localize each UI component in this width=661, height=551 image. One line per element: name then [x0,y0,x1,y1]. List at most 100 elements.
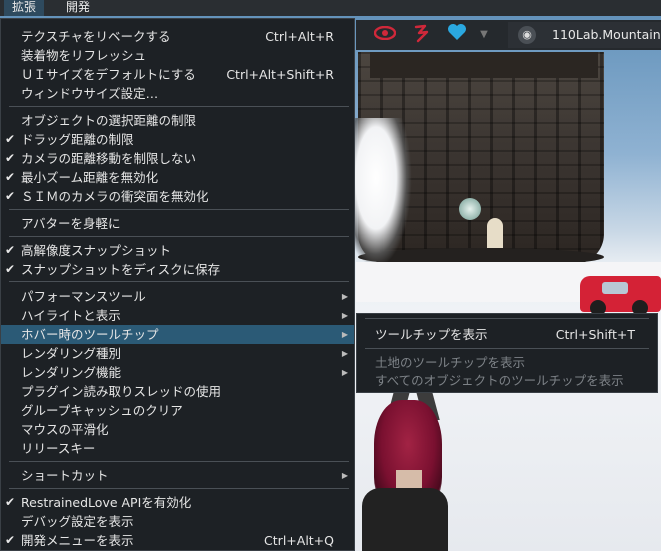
menu-item-label: 高解像度スナップショット [21,243,172,258]
avatar-body [362,488,448,551]
menu-item[interactable]: レンダリング種別 ▶ [1,344,354,363]
menu-item-label: 最小ズーム距離を無効化 [21,170,159,185]
check-icon: ✔ [5,132,16,146]
orb-object [459,198,481,220]
menu-item[interactable]: リリースキー [1,439,354,458]
check-icon: ✔ [5,533,16,547]
menu-item-label: プラグイン読み取りスレッドの使用 [21,384,222,399]
submenu-arrow-icon: ▶ [341,311,348,320]
globe-icon[interactable]: ◉ [518,26,536,44]
menu-item-shortcut: Ctrl+Alt+Shift+R [226,67,334,82]
menu-item[interactable]: ウィンドウサイズ設定… [1,84,354,103]
menu-item-label: アバターを身軽に [21,216,121,231]
menu-item-label: ＳＩＭのカメラの衝突面を無効化 [21,189,209,204]
menu-item-label: ハイライトと表示 [21,308,121,323]
submenu-arrow-icon: ▶ [341,368,348,377]
menubar-item-extensions[interactable]: 拡張 [4,0,45,16]
menu-separator [9,488,349,489]
gesture-icon[interactable] [410,23,434,47]
check-icon: ✔ [5,151,16,165]
menu-item-label: RestrainedLove APIを有効化 [21,495,192,510]
menu-separator [365,318,649,319]
menu-item[interactable]: マウスの平滑化 [1,420,354,439]
menu-item-label: デバッグ設定を表示 [21,514,134,529]
menubar: 拡張 開発 [0,0,661,16]
menu-separator [9,461,349,462]
menu-item-label: ホバー時のツールチップ [21,327,159,342]
menu-item-label: マウスの平滑化 [21,422,109,437]
menu-item-label: 装着物をリフレッシュ [21,48,147,63]
menu-item-label: カメラの距離移動を制限しない [21,151,197,166]
menu-item[interactable]: ✔ RestrainedLove APIを有効化 [1,493,354,512]
hover-tooltip-submenu: ツールチップを表示 Ctrl+Shift+T 土地のツールチップを表示すべてのオブジ… [356,313,658,393]
menu-item[interactable]: 装着物をリフレッシュ [1,46,354,65]
menubar-item-develop[interactable]: 開発 [58,0,98,16]
extensions-dropdown-menu: テクスチャをリベークする Ctrl+Alt+R 装着物をリフレッシュ ＵＩサイズをデフ… [0,18,355,551]
menu-item[interactable]: グループキャッシュのクリア [1,401,354,420]
submenu-item: すべてのオブジェクトのツールチップを表示 [357,372,657,390]
menu-item-label: レンダリング種別 [21,346,122,361]
menu-separator [9,209,349,210]
menu-item-label: ショートカット [21,468,109,483]
submenu-item-label: ツールチップを表示 [375,327,488,342]
menu-separator [365,348,649,349]
menu-item[interactable]: アバターを身軽に [1,214,354,233]
menu-separator [9,236,349,237]
check-icon: ✔ [5,262,16,276]
menu-item[interactable]: ショートカット ▶ [1,466,354,485]
top-toolbar: ▼ ◉ 110Lab.Mountain [356,20,661,50]
submenu-item: 土地のツールチップを表示 [357,354,657,372]
dropdown-arrow-icon[interactable]: ▼ [476,23,492,47]
car-window [602,282,628,294]
menu-item[interactable]: レンダリング機能 ▶ [1,363,354,382]
submenu-item[interactable]: ツールチップを表示 Ctrl+Shift+T [357,326,657,344]
menu-item[interactable]: ✔ 高解像度スナップショット [1,241,354,260]
menu-item[interactable]: ✔ ドラッグ距離の制限 [1,130,354,149]
submenu-arrow-icon: ▶ [341,330,348,339]
menu-item[interactable]: ✔ 開発メニューを表示 Ctrl+Alt+Q [1,531,354,550]
menu-item[interactable]: オブジェクトの選択距離の制限 [1,111,354,130]
menu-item[interactable]: テクスチャをリベークする Ctrl+Alt+R [1,27,354,46]
tower-top [370,52,598,78]
check-icon: ✔ [5,189,16,203]
menu-item-label: スナップショットをディスクに保存 [21,262,221,277]
menu-item[interactable]: ハイライトと表示 ▶ [1,306,354,325]
menu-item[interactable]: パフォーマンスツール ▶ [1,287,354,306]
menu-item[interactable]: ✔ 最小ズーム距離を無効化 [1,168,354,187]
menu-item[interactable]: プラグイン読み取りスレッドの使用 [1,382,354,401]
menu-separator [9,106,349,107]
location-bar[interactable]: ◉ 110Lab.Mountain [508,22,661,48]
location-text: 110Lab.Mountain [552,27,661,42]
menu-item-label: 開発メニューを表示 [21,533,134,548]
menu-item-label: ドラッグ距離の制限 [21,132,134,147]
menu-item-label: ＵＩサイズをデフォルトにする [21,67,196,82]
submenu-item-label: 土地のツールチップを表示 [375,355,526,370]
menu-item[interactable]: ✔ スナップショットをディスクに保存 [1,260,354,279]
menu-item-label: ウィンドウサイズ設定… [21,86,159,101]
menu-item-shortcut: Ctrl+Alt+Q [264,533,334,548]
tower-door [487,218,503,248]
heart-icon[interactable] [444,23,470,47]
submenu-arrow-icon: ▶ [341,471,348,480]
menu-item-label: リリースキー [21,441,96,456]
menu-separator [9,281,349,282]
menu-item-label: レンダリング機能 [21,365,122,380]
menu-item-label: グループキャッシュのクリア [21,403,183,418]
submenu-arrow-icon: ▶ [341,349,348,358]
menu-item-label: テクスチャをリベークする [21,29,171,44]
submenu-item-label: すべてのオブジェクトのツールチップを表示 [375,373,624,388]
menu-item[interactable]: デバッグ設定を表示 [1,512,354,531]
check-icon: ✔ [5,170,16,184]
menu-item[interactable]: ✔ ＳＩＭのカメラの衝突面を無効化 [1,187,354,206]
menu-item[interactable]: ホバー時のツールチップ ▶ [1,325,354,344]
menu-item-label: パフォーマンスツール [21,289,146,304]
check-icon: ✔ [5,495,16,509]
submenu-item-shortcut: Ctrl+Shift+T [555,327,635,342]
menu-item[interactable]: ✔ カメラの距離移動を制限しない [1,149,354,168]
submenu-arrow-icon: ▶ [341,292,348,301]
check-icon: ✔ [5,243,16,257]
eye-icon[interactable] [372,23,398,47]
menu-item-label: オブジェクトの選択距離の制限 [21,113,197,128]
menu-item[interactable]: ＵＩサイズをデフォルトにする Ctrl+Alt+Shift+R [1,65,354,84]
menu-item-shortcut: Ctrl+Alt+R [265,29,334,44]
